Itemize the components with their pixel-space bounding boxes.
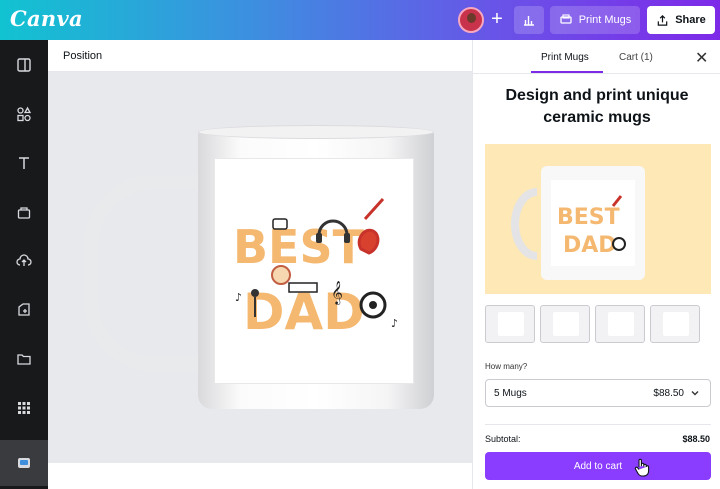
close-icon[interactable]: ✕: [695, 48, 708, 68]
layout-icon: [17, 58, 31, 72]
add-to-cart-label: Add to cart: [573, 460, 623, 472]
share-label: Share: [675, 14, 706, 26]
chevron-down-icon: [691, 391, 699, 396]
microphone-icon: [251, 289, 259, 297]
svg-text:♪: ♪: [391, 317, 398, 330]
thumbnail-2[interactable]: [540, 305, 590, 343]
mug-handle: [84, 175, 210, 371]
folder-icon: [17, 354, 31, 365]
tabs-divider: [473, 73, 720, 74]
canvas-footer: [48, 463, 472, 489]
print-mugs-label: Print Mugs: [578, 14, 632, 26]
quantity-price: $88.50: [653, 388, 684, 399]
quantity-select[interactable]: 5 Mugs $88.50: [485, 379, 711, 407]
how-many-label: How many?: [485, 362, 528, 371]
sidebar-item-templates[interactable]: [0, 46, 48, 84]
print-products-icon: [18, 458, 30, 468]
left-sidebar: [0, 40, 48, 489]
mug-design[interactable]: BEST DAD 𝄞 ♪ ♪: [214, 158, 414, 384]
preview-word-best: BEST: [557, 205, 620, 230]
draw-icon: [18, 303, 30, 316]
upload-icon: [16, 254, 32, 266]
thumbnail-1[interactable]: [485, 305, 535, 343]
thumbnail-3[interactable]: [595, 305, 645, 343]
sidebar-item-apps[interactable]: [0, 389, 48, 427]
svg-text:♪: ♪: [235, 291, 242, 304]
best-dad-artwork: BEST DAD 𝄞 ♪ ♪: [233, 197, 398, 341]
top-bar: Canva + Print Mugs Share: [0, 0, 720, 40]
share-icon: [657, 14, 668, 26]
brand-icon: [17, 207, 31, 219]
tab-cart[interactable]: Cart (1): [619, 52, 653, 63]
elements-icon: [17, 106, 32, 122]
preview-word-dad: DAD: [563, 233, 617, 258]
subtotal-divider: [485, 424, 711, 425]
print-mugs-button[interactable]: Print Mugs: [550, 6, 640, 34]
apps-grid-icon: [18, 402, 30, 414]
tab-print-mugs[interactable]: Print Mugs: [541, 52, 589, 63]
position-button[interactable]: Position: [63, 50, 102, 62]
hand-cursor-icon: [634, 458, 650, 477]
sidebar-item-brand[interactable]: [0, 193, 48, 231]
svg-text:𝄞: 𝄞: [331, 280, 343, 305]
add-to-cart-button[interactable]: Add to cart: [485, 452, 711, 480]
drum-icon: [271, 265, 291, 285]
keyboard-icon: [288, 282, 318, 293]
sidebar-item-elements[interactable]: [0, 95, 48, 133]
canva-logo[interactable]: Canva: [10, 6, 83, 31]
subtotal-label: Subtotal:: [485, 434, 521, 444]
print-icon: [560, 14, 572, 24]
mug-preview-image: BEST DAD: [485, 144, 711, 294]
thumbnail-4[interactable]: [650, 305, 700, 343]
sidebar-item-print[interactable]: [0, 440, 48, 486]
cassette-icon: [272, 218, 288, 230]
sidebar-item-draw[interactable]: [0, 291, 48, 329]
chart-icon: [524, 16, 534, 26]
sidebar-item-projects[interactable]: [0, 340, 48, 378]
avatar[interactable]: [458, 7, 484, 33]
print-panel: Print Mugs Cart (1) ✕ Design and print u…: [472, 40, 720, 489]
plus-icon[interactable]: +: [486, 8, 508, 30]
quantity-value: 5 Mugs: [494, 388, 527, 399]
insights-button[interactable]: [514, 6, 544, 34]
text-icon: [19, 157, 29, 169]
sidebar-item-uploads[interactable]: [0, 242, 48, 280]
mug-rim: [198, 125, 434, 139]
subtotal-value: $88.50: [682, 434, 710, 444]
sidebar-item-text[interactable]: [0, 144, 48, 182]
share-button[interactable]: Share: [647, 6, 715, 34]
panel-headline: Design and print unique ceramic mugs: [505, 87, 689, 126]
editor-toolbar: Position: [48, 40, 472, 72]
